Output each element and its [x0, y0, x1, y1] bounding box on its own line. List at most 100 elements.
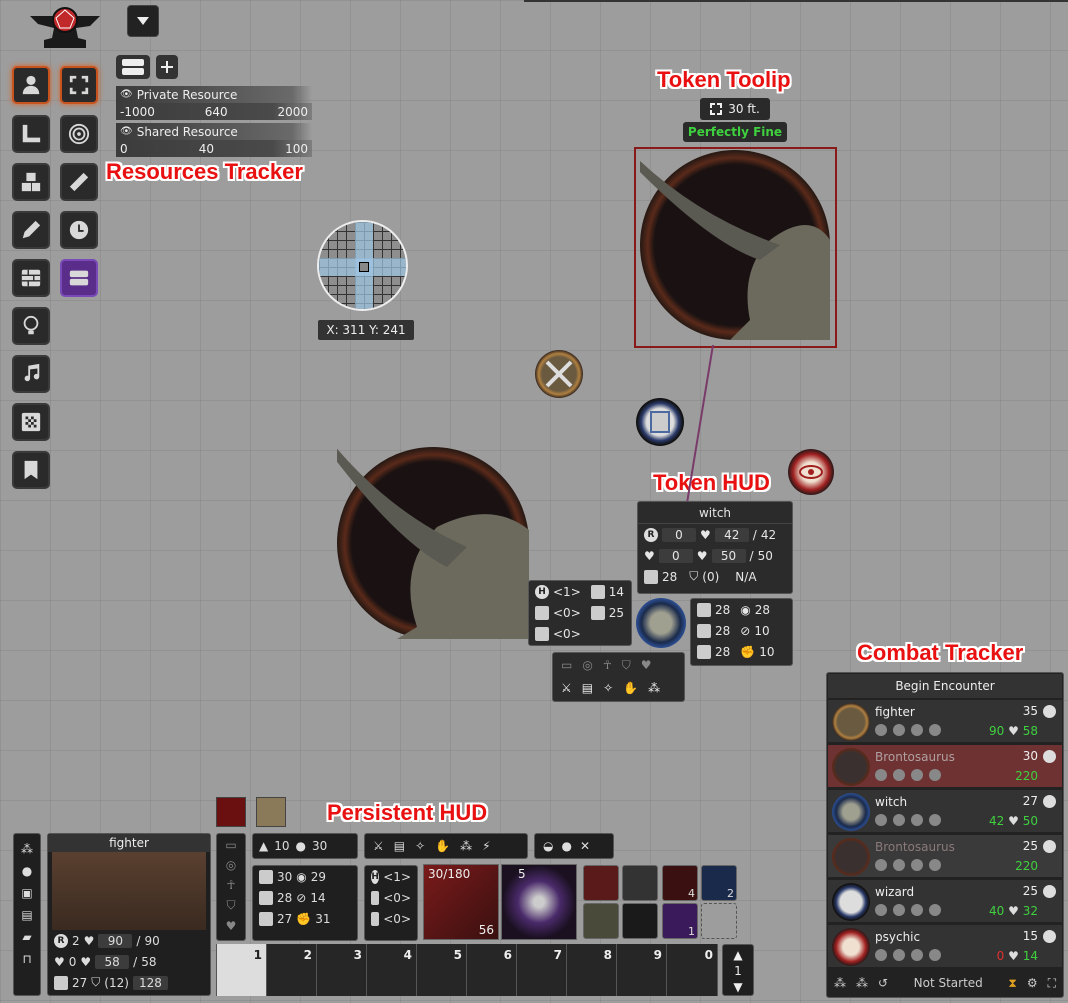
arrows-slot[interactable] [622, 903, 658, 939]
d20-icon[interactable] [1043, 885, 1056, 898]
blue-potion-slot[interactable]: 2 [701, 865, 737, 901]
combatant-initiative[interactable]: 15 [1023, 929, 1038, 943]
wand-icon[interactable]: ✧ [415, 839, 425, 853]
ankh-icon[interactable]: ☥ [227, 878, 236, 892]
user-check-icon[interactable]: ● [561, 839, 571, 853]
wizard-token[interactable] [636, 398, 684, 446]
measure-button[interactable] [12, 115, 50, 153]
private-resource-bar[interactable]: -1000 640 2000 [116, 103, 312, 120]
combatant-row[interactable]: psychic 15 0 ♥ 14 [828, 925, 1062, 968]
user-icon[interactable]: ● [22, 864, 32, 878]
hand-icon[interactable]: ✋ [623, 681, 638, 695]
chevron-up-icon[interactable]: ▲ [723, 947, 753, 963]
walls-button[interactable] [12, 259, 50, 297]
chat-icon[interactable]: ▭ [561, 658, 572, 673]
backpack-icon[interactable]: ▤ [394, 839, 405, 853]
dropdown-button[interactable] [127, 5, 159, 37]
sword-icon[interactable]: ⚔ [561, 681, 572, 695]
phud-extra[interactable]: 128 [132, 975, 168, 990]
eye-icon[interactable]: 👁 [120, 126, 133, 137]
combatant-initiative[interactable]: 35 [1023, 704, 1038, 718]
phud-hp2[interactable]: 58 [95, 954, 130, 969]
hotbar-slot-1[interactable]: 1 [217, 944, 267, 996]
phud-mod[interactable]: <0> [383, 891, 411, 905]
d20-icon[interactable] [1043, 750, 1056, 763]
begin-encounter-button[interactable]: Begin Encounter [828, 674, 1062, 698]
chevron-down-icon[interactable]: ▼ [723, 979, 753, 995]
hotbar-slot-8[interactable]: 8 [567, 944, 617, 996]
sound-button[interactable] [12, 355, 50, 393]
hud-left-stat2[interactable]: <0> [553, 606, 581, 620]
brontosaurus-token-selected[interactable] [640, 150, 830, 340]
expand-icon[interactable]: ⛶ [1048, 976, 1056, 991]
broadcast-icon[interactable]: ◎ [582, 658, 592, 673]
tiles-button[interactable] [12, 163, 50, 201]
combatant-row[interactable]: Brontosaurus 25 220 [828, 835, 1062, 878]
anvil-logo[interactable] [28, 2, 102, 54]
drawing-button[interactable] [12, 211, 50, 249]
red-potion-slot[interactable]: 4 [662, 865, 698, 901]
hud-hp-value[interactable]: 42 [714, 527, 749, 542]
d20-icon[interactable] [1043, 795, 1056, 808]
fullscreen-button[interactable] [60, 66, 98, 104]
d20-icon[interactable] [1043, 705, 1056, 718]
hourglass-icon[interactable]: ⧗ [1008, 976, 1016, 991]
broadcast-icon[interactable]: ◎ [226, 858, 236, 872]
phud-temp[interactable]: 0 [69, 955, 77, 969]
resources-button[interactable] [60, 259, 98, 297]
ankh-icon[interactable]: ☥ [603, 658, 612, 673]
combatant-controls[interactable] [875, 949, 941, 961]
hotbar-slot-2[interactable]: 2 [267, 944, 317, 996]
combatant-row[interactable]: Brontosaurus 30 220 [828, 745, 1062, 788]
wall-effect-icon[interactable] [256, 797, 286, 827]
hotbar-slot-0[interactable]: 0 [667, 944, 717, 996]
phud-mod[interactable]: <0> [383, 912, 411, 926]
hud-left-stat4[interactable]: <0> [553, 627, 581, 641]
resource-toggle-button[interactable] [116, 55, 150, 79]
anatomy-effect-icon[interactable] [216, 797, 246, 827]
fighter-token[interactable] [535, 350, 583, 398]
ruler-button[interactable] [60, 163, 98, 201]
d20-icon[interactable] [1043, 930, 1056, 943]
hud-r-value[interactable]: 0 [662, 527, 696, 542]
hand-icon[interactable]: ✋ [435, 839, 450, 853]
combatant-initiative[interactable]: 30 [1023, 749, 1038, 763]
token-controls-button[interactable] [12, 66, 50, 104]
npc-group-icon[interactable]: ⁂ [856, 976, 868, 990]
id-card-icon[interactable]: ▣ [21, 886, 32, 900]
group-icon[interactable]: ⁂ [648, 681, 660, 695]
brontosaurus-token[interactable] [337, 447, 529, 639]
chat-icon[interactable]: ▭ [225, 838, 236, 852]
combatant-controls[interactable] [875, 814, 941, 826]
paint-bucket-icon[interactable]: ◒ [543, 839, 553, 853]
sword-icon[interactable]: ⚔ [373, 839, 384, 853]
phud-mod[interactable]: <1> [383, 870, 411, 884]
phud-hp[interactable]: 90 [98, 933, 133, 948]
hotbar-slot-9[interactable]: 9 [617, 944, 667, 996]
backpack-icon[interactable]: ▤ [582, 681, 593, 695]
swap-icon[interactable] [622, 865, 658, 901]
notes-button[interactable] [12, 451, 50, 489]
lighting-button[interactable] [12, 307, 50, 345]
skull-slot[interactable]: 1 [662, 903, 698, 939]
close-icon[interactable]: ✕ [580, 839, 590, 853]
combatant-row[interactable]: witch 27 42 ♥ 50 [828, 790, 1062, 833]
target-button[interactable] [60, 115, 98, 153]
heart-icon[interactable]: ♥ [226, 919, 237, 933]
gear-icon[interactable]: ⚙ [1027, 976, 1038, 990]
hotbar-slot-6[interactable]: 6 [467, 944, 517, 996]
group-icon[interactable]: ⁂ [21, 842, 33, 856]
add-resource-button[interactable] [156, 55, 178, 79]
combatant-controls[interactable] [875, 904, 941, 916]
unlock-icon[interactable]: ⊓ [22, 952, 31, 966]
lightning-icon[interactable]: ⚡ [482, 839, 490, 853]
witch-token[interactable] [636, 598, 686, 648]
regions-button[interactable] [12, 403, 50, 441]
combatant-row[interactable]: wizard 25 40 ♥ 32 [828, 880, 1062, 923]
reset-icon[interactable]: ↺ [878, 976, 888, 990]
shield-icon[interactable]: ⛉ [622, 658, 631, 673]
weapon-slot[interactable]: 30/180 56 [423, 864, 499, 940]
hotbar-slot-7[interactable]: 7 [517, 944, 567, 996]
combatant-controls[interactable] [875, 724, 941, 736]
combatant-controls[interactable] [875, 769, 941, 781]
